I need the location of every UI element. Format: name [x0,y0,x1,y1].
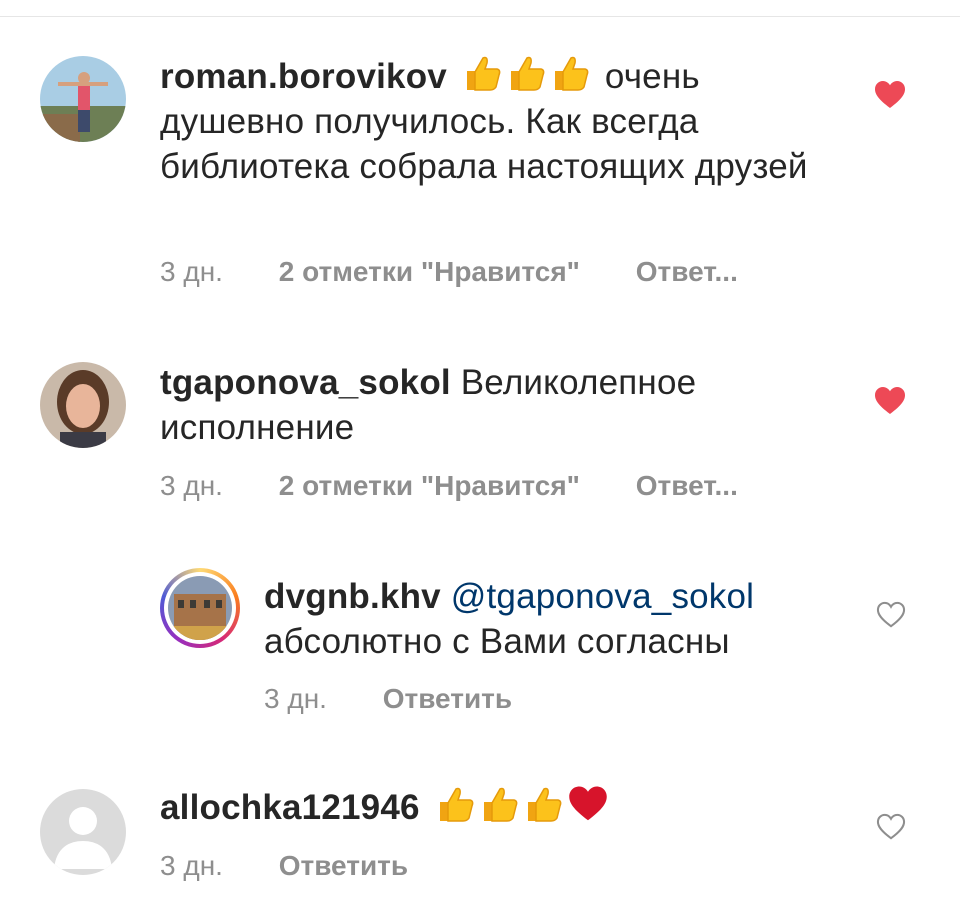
comment-text: roman.borovikov очень душевно получилось… [160,54,820,189]
avatar-story-ring[interactable] [160,568,240,648]
avatar-default[interactable] [40,789,126,875]
thumbs-up-icon [510,56,545,91]
comment-meta: 3 дн. Ответить [264,683,512,715]
thumbs-up-icon [554,56,589,91]
comment-text: tgaponova_sokol Великолепное исполнение [160,360,820,450]
comment-meta: 3 дн. 2 отметки "Нравится" Ответ... [160,470,738,502]
reply-button[interactable]: Ответить [383,683,512,715]
thumbs-up-icon [439,787,474,822]
emoji-group [436,786,612,827]
timestamp: 3 дн. [160,256,223,287]
reply-button[interactable]: Ответить [279,850,408,882]
avatar[interactable] [40,362,126,448]
default-user-icon [54,807,112,869]
mention-link[interactable]: @tgaponova_sokol [451,577,754,616]
username[interactable]: dvgnb.khv [264,577,441,616]
username[interactable]: roman.borovikov [160,57,447,96]
reply-button[interactable]: Ответ... [636,256,738,288]
likes-count[interactable]: 2 отметки "Нравится" [279,470,580,502]
divider [0,16,960,17]
timestamp: 3 дн. [160,850,223,881]
heart-outline-icon[interactable] [876,601,906,629]
reply-button[interactable]: Ответ... [636,470,738,502]
likes-count[interactable]: 2 отметки "Нравится" [279,256,580,288]
thumbs-up-icon [527,787,562,822]
comment-text: allochka121946 [160,785,820,830]
red-heart-icon [568,786,607,821]
timestamp: 3 дн. [264,683,327,714]
comment-meta: 3 дн. 2 отметки "Нравится" Ответ... [160,256,738,288]
comment-body: абсолютно с Вами согласны [264,622,730,661]
avatar[interactable] [40,56,126,142]
thumbs-up-icon [483,787,518,822]
timestamp: 3 дн. [160,470,223,501]
username[interactable]: tgaponova_sokol [160,363,451,402]
heart-outline-icon[interactable] [876,813,906,841]
username[interactable]: allochka121946 [160,788,420,827]
thumbs-up-icon [466,56,501,91]
avatar-image [168,576,232,640]
comment-text: dvgnb.khv @tgaponova_sokol абсолютно с В… [264,574,824,664]
thumbs-up-emoji-group [463,56,605,96]
heart-filled-icon[interactable] [874,386,906,416]
comment-meta: 3 дн. Ответить [160,850,408,882]
heart-filled-icon[interactable] [874,80,906,110]
